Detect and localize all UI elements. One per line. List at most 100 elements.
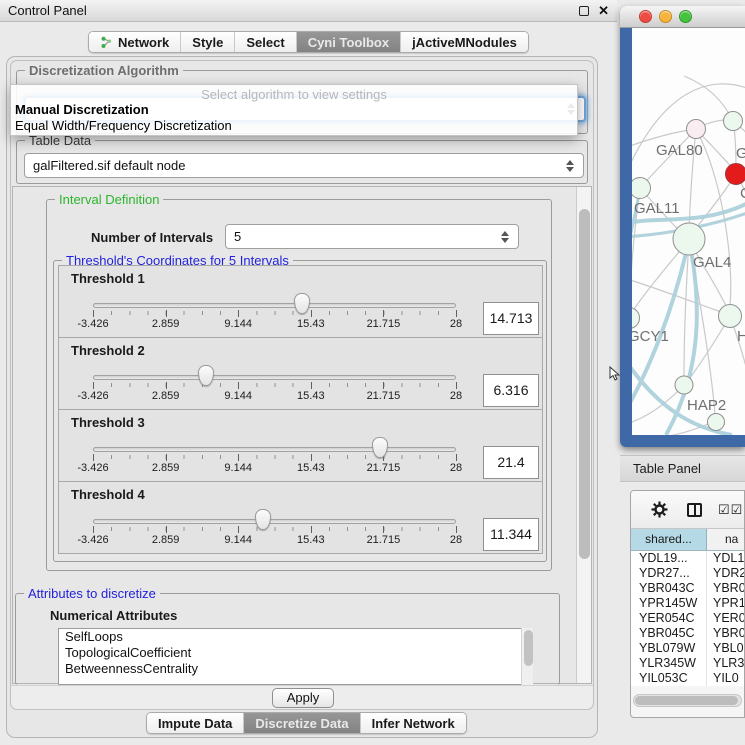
tab-impute-data[interactable]: Impute Data (147, 713, 243, 733)
node-selected-red (726, 164, 745, 185)
threshold-slider[interactable]: -3.4262.8599.14415.4321.71528 (93, 294, 456, 336)
tab-select[interactable]: Select (234, 32, 295, 52)
close-icon[interactable]: ✕ (598, 6, 609, 16)
tab-label: jActiveMNodules (412, 35, 517, 50)
network-view-window[interactable]: GAL80 GA GAL11 C GAL4 GCY1 H HAP2 (620, 6, 745, 447)
node-hap2 (675, 376, 693, 394)
network-graph: GAL80 GA GAL11 C GAL4 GCY1 H HAP2 (632, 28, 745, 435)
table-header-row: shared... na (631, 529, 744, 551)
tick-label: 15.43 (297, 534, 325, 546)
table-row[interactable]: YBR043CYBR0 (631, 581, 744, 596)
tick-label: 21.715 (367, 462, 401, 474)
columns-icon[interactable] (687, 503, 702, 517)
cell-name: YBR0 (707, 581, 744, 596)
control-panel-titlebar: Control Panel ✕ (0, 0, 617, 22)
numerical-attributes-list[interactable]: SelfLoopsTopologicalCoefficientBetweenne… (58, 628, 533, 685)
slider-handle[interactable] (372, 437, 388, 458)
tab-network[interactable]: Network (89, 32, 180, 52)
threshold-value-field[interactable]: 11.344 (483, 518, 539, 551)
tab-label: Style (192, 35, 223, 50)
table-row[interactable]: YBL079WYBL0 (631, 641, 744, 656)
attributes-scrollbar[interactable] (521, 628, 533, 685)
tick-label: 21.715 (367, 534, 401, 546)
tick-label: 15.43 (297, 462, 325, 474)
num-intervals-combobox[interactable]: 5 (225, 224, 519, 249)
tick-label: 21.715 (367, 390, 401, 402)
tab-discretize-data[interactable]: Discretize Data (243, 713, 359, 733)
tick-label: 9.144 (224, 462, 252, 474)
settings-scrollbar[interactable] (576, 187, 591, 683)
table-data-combobox[interactable]: galFiltered.sif default node (24, 153, 584, 178)
slider-major-ticks (93, 526, 456, 533)
table-row[interactable]: YER054CYER0 (631, 611, 744, 626)
cell-shared-name: YBR043C (631, 581, 707, 596)
node-gal80 (687, 120, 706, 139)
threshold-panel: Threshold 3 -3.4262.8599.14415.4321.7152… (58, 409, 543, 482)
list-item[interactable]: TopologicalCoefficient (59, 645, 532, 661)
column-header-shared-name[interactable]: shared... (631, 529, 707, 550)
tab-label: Network (118, 35, 169, 50)
slider-track[interactable] (93, 447, 456, 452)
table-row[interactable]: YBR045CYBR0 (631, 626, 744, 641)
slider-track[interactable] (93, 303, 456, 308)
table-horizontal-scrollbar[interactable] (633, 694, 742, 707)
dropdown-item-manual[interactable]: Manual Discretization (11, 102, 577, 118)
tick-label: 2.859 (152, 462, 180, 474)
table-row[interactable]: YLR345WYLR3 (631, 656, 744, 671)
slider-track[interactable] (93, 519, 456, 524)
tab-jactivemnodules[interactable]: jActiveMNodules (400, 32, 528, 52)
node-label: H (737, 328, 745, 345)
threshold-slider[interactable]: -3.4262.8599.14415.4321.71528 (93, 510, 456, 552)
cell-name: YIL0 (707, 671, 744, 686)
select-all-checkboxes-icon[interactable]: ☑☑ (718, 502, 743, 518)
combo-value: 5 (234, 229, 241, 244)
zoom-traffic-light-icon[interactable] (679, 10, 692, 23)
threshold-value-field[interactable]: 6.316 (483, 374, 539, 407)
slider-major-ticks (93, 382, 456, 389)
network-nodes[interactable] (632, 112, 745, 431)
table-row[interactable]: YPR145WYPR1 (631, 596, 744, 611)
tick-label: 2.859 (152, 534, 180, 546)
tab-infer-network[interactable]: Infer Network (360, 713, 466, 733)
node-label: GAL11 (634, 200, 680, 217)
cell-shared-name: YDL19... (631, 551, 707, 566)
cell-shared-name: YLR345W (631, 656, 707, 671)
node-gcy1 (632, 308, 640, 329)
table-row[interactable]: YIL053CYIL0 (631, 671, 744, 686)
dropdown-item-equal-width[interactable]: Equal Width/Frequency Discretization (11, 118, 577, 134)
combo-arrows-icon (501, 231, 510, 243)
tab-label: Discretize Data (255, 716, 348, 731)
close-traffic-light-icon[interactable] (639, 10, 652, 23)
tab-label: Cyni Toolbox (308, 35, 389, 50)
cell-shared-name: YBR045C (631, 626, 707, 641)
tick-label: 2.859 (152, 318, 180, 330)
float-window-icon[interactable] (579, 6, 589, 16)
threshold-value-field[interactable]: 21.4 (483, 446, 539, 479)
tab-label: Infer Network (372, 716, 455, 731)
tab-style[interactable]: Style (180, 32, 234, 52)
algorithm-dropdown-popup: Select algorithm to view settings Manual… (10, 84, 578, 136)
threshold-slider[interactable]: -3.4262.8599.14415.4321.71528 (93, 438, 456, 480)
apply-button[interactable]: Apply (272, 688, 334, 708)
threshold-value-field[interactable]: 14.713 (483, 302, 539, 335)
interval-definition-group: Interval Definition Number of Intervals … (46, 199, 552, 571)
slider-handle[interactable] (198, 365, 214, 386)
list-item[interactable]: BetweennessCentrality (59, 661, 532, 677)
tab-cyni-toolbox[interactable]: Cyni Toolbox (296, 32, 400, 52)
threshold-label: Threshold 4 (71, 487, 145, 502)
network-canvas[interactable]: GAL80 GA GAL11 C GAL4 GCY1 H HAP2 (632, 28, 745, 435)
control-panel-tabs: Network Style Select Cyni Toolbox jActiv… (88, 31, 529, 53)
slider-track[interactable] (93, 375, 456, 380)
column-header-name[interactable]: na (707, 529, 744, 550)
list-item[interactable]: SelfLoops (59, 629, 532, 645)
table-row[interactable]: YDL19...YDL1 (631, 551, 744, 566)
gear-icon[interactable] (651, 501, 668, 518)
cell-shared-name: YIL053C (631, 671, 707, 686)
threshold-slider[interactable]: -3.4262.8599.14415.4321.71528 (93, 366, 456, 408)
minimize-traffic-light-icon[interactable] (659, 10, 672, 23)
threshold-label: Threshold 1 (71, 271, 145, 286)
network-window-titlebar (620, 6, 745, 28)
slider-tick-labels: -3.4262.8599.14415.4321.71528 (93, 318, 456, 331)
cell-name: YER0 (707, 611, 744, 626)
table-row[interactable]: YDR27...YDR2 (631, 566, 744, 581)
